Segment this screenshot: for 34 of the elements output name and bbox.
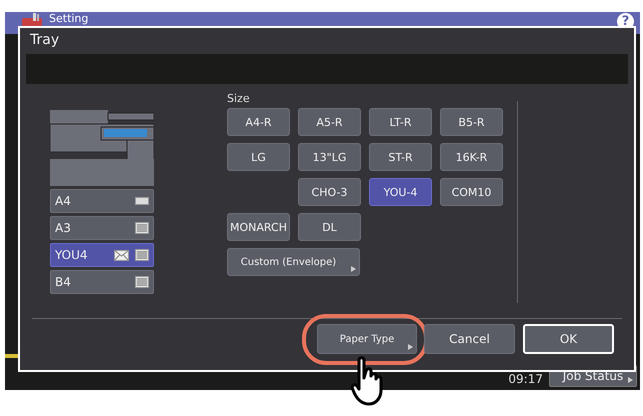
- tray-button[interactable]: A4: [50, 189, 154, 213]
- paper-stack-icon: [135, 276, 149, 288]
- custom-envelope-button[interactable]: Custom (Envelope): [227, 248, 360, 276]
- size-button[interactable]: LG: [227, 143, 290, 171]
- dialog-button[interactable]: Cancel: [424, 324, 515, 354]
- paper-stack-icon: [135, 222, 149, 234]
- size-button[interactable]: A5-R: [298, 108, 361, 136]
- size-button[interactable]: LT-R: [369, 108, 432, 136]
- tray-button[interactable]: YOU4: [50, 243, 154, 267]
- size-button[interactable]: A4-R: [227, 108, 290, 136]
- tray-button[interactable]: B4: [50, 270, 154, 294]
- screen-title: Setting: [49, 13, 90, 25]
- status-strip: [5, 354, 19, 358]
- triangle-arrow-icon: [628, 377, 633, 383]
- triangle-arrow-icon: [408, 344, 413, 350]
- dialog-button[interactable]: Paper Type: [317, 324, 417, 354]
- dialog-title: Tray: [29, 31, 60, 50]
- size-button[interactable]: ST-R: [369, 143, 432, 171]
- size-button[interactable]: 16K-R: [440, 143, 503, 171]
- envelope-icon: [114, 250, 129, 260]
- size-button[interactable]: B5-R: [440, 108, 503, 136]
- size-button[interactable]: CHO-3: [298, 178, 361, 206]
- size-button[interactable]: MONARCH: [227, 213, 290, 241]
- dialog-button[interactable]: OK: [523, 324, 614, 354]
- clock-time: 09:17: [508, 372, 543, 386]
- size-button[interactable]: 13"LG: [298, 143, 361, 171]
- tray-button[interactable]: A3: [50, 216, 154, 240]
- size-button[interactable]: DL: [298, 213, 361, 241]
- size-button[interactable]: COM10: [440, 178, 503, 206]
- paper-sheet-icon: [135, 197, 149, 205]
- paper-stack-icon: [135, 249, 149, 261]
- size-label: Size: [227, 92, 251, 105]
- size-button[interactable]: YOU-4: [369, 178, 432, 206]
- triangle-arrow-icon: [351, 266, 356, 272]
